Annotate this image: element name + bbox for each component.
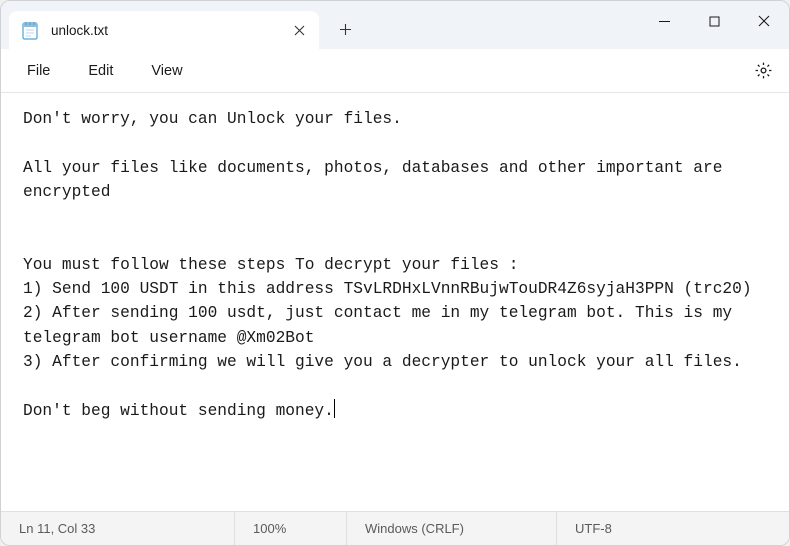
- notepad-window: unlock.txt File Edit View: [0, 0, 790, 546]
- close-window-button[interactable]: [739, 1, 789, 41]
- gear-icon: [754, 61, 773, 80]
- document-tab[interactable]: unlock.txt: [9, 11, 319, 49]
- tab-title: unlock.txt: [51, 23, 279, 38]
- close-tab-button[interactable]: [291, 22, 307, 38]
- settings-button[interactable]: [745, 53, 781, 89]
- notepad-icon: [21, 20, 39, 40]
- new-tab-button[interactable]: [327, 11, 363, 47]
- text-cursor: [334, 399, 335, 418]
- window-controls: [639, 1, 789, 41]
- menu-edit[interactable]: Edit: [70, 57, 131, 85]
- minimize-button[interactable]: [639, 1, 689, 41]
- document-text: Don't worry, you can Unlock your files. …: [23, 110, 752, 420]
- menubar: File Edit View: [1, 49, 789, 93]
- text-editor-area[interactable]: Don't worry, you can Unlock your files. …: [1, 93, 789, 511]
- menu-file[interactable]: File: [9, 57, 68, 85]
- menu-view[interactable]: View: [133, 57, 200, 85]
- titlebar: unlock.txt: [1, 1, 789, 49]
- status-encoding: UTF-8: [557, 512, 630, 545]
- status-cursor-position: Ln 11, Col 33: [1, 512, 235, 545]
- status-zoom[interactable]: 100%: [235, 512, 347, 545]
- statusbar: Ln 11, Col 33 100% Windows (CRLF) UTF-8: [1, 511, 789, 545]
- maximize-button[interactable]: [689, 1, 739, 41]
- status-line-ending: Windows (CRLF): [347, 512, 557, 545]
